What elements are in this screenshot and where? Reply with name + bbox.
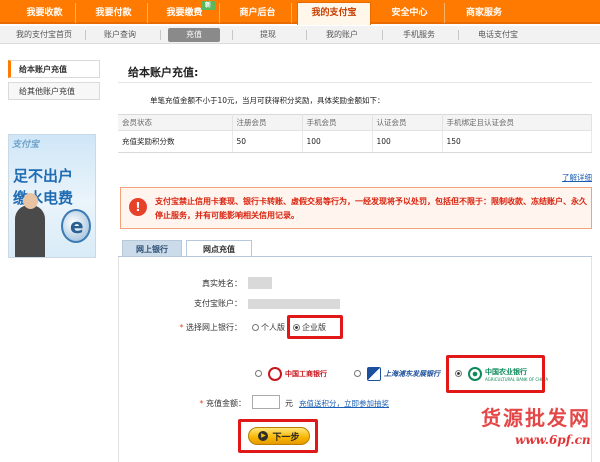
divider (382, 30, 383, 40)
table-header: 认证会员 (372, 114, 443, 131)
radio-circle-icon[interactable] (354, 370, 361, 377)
divider (306, 30, 307, 40)
amount-label-text: 充值金额： (206, 399, 246, 408)
tab-branch-recharge[interactable]: 网点充值 (186, 240, 252, 257)
radio-personal[interactable]: 个人版 (252, 322, 285, 333)
account-label: 支付宝账户： (194, 299, 242, 308)
divider (232, 30, 233, 40)
utility-bill-ad-banner[interactable]: 支付宝 足不出户 缴水电费 e (8, 134, 96, 258)
table-header: 会员状态 (118, 114, 233, 131)
table-cell: 50 (232, 130, 303, 153)
radio-circle-icon[interactable] (255, 370, 262, 377)
radio-bank-icbc[interactable] (255, 369, 264, 378)
enterprise-highlight-box (287, 315, 343, 339)
ad-e-symbol: e (70, 214, 84, 238)
tab-pay-bills[interactable]: 我要缴费 新 (150, 1, 220, 23)
radio-bank-spdb[interactable] (354, 369, 363, 378)
subnav-account-query[interactable]: 账户查询 (92, 26, 148, 44)
sidebar-item-recharge-other[interactable]: 给其他账户充值 (8, 82, 100, 100)
top-navigation: 我要收款 我要付款 我要缴费 新 商户后台 我的支付宝 安全中心 商家服务 (0, 0, 600, 25)
bank-select-label-text: 选择网上银行： (186, 323, 242, 332)
subnav-home[interactable]: 我的支付宝首页 (10, 26, 78, 44)
table-cell: 100 (372, 130, 443, 153)
sub-navigation: 我的支付宝首页 账户查询 充值 提现 我的账户 手机服务 电话支付宝 (0, 26, 600, 44)
tab-pay-money[interactable]: 我要付款 (80, 3, 148, 23)
table-row: 充值奖励积分数 50 100 100 150 (118, 130, 592, 153)
tab-online-banking[interactable]: 网上银行 (122, 240, 182, 257)
amount-input[interactable] (252, 395, 280, 409)
divider (458, 30, 459, 40)
tab-pay-bills-label: 我要缴费 (166, 8, 203, 18)
subnav-withdraw[interactable]: 提现 (240, 26, 296, 44)
tab-receive-money[interactable]: 我要收款 (14, 3, 76, 23)
real-name-value-masked (248, 277, 272, 289)
abc-highlight-box (446, 355, 545, 393)
bank-option-icbc[interactable]: 中国工商银行 (268, 364, 327, 384)
tab-merchant-backend[interactable]: 商户后台 (224, 3, 292, 23)
icbc-name: 中国工商银行 (285, 370, 327, 378)
warning-icon: ! (129, 198, 147, 216)
radio-personal-label: 个人版 (261, 323, 285, 332)
page-title: 给本账户充值: (128, 66, 199, 79)
new-badge: 新 (201, 1, 215, 10)
ad-headline-2: 缴水电费 (13, 189, 74, 207)
ad-person-illustration (15, 193, 45, 257)
spdb-logo-icon (367, 367, 381, 381)
table-cell: 充值奖励积分数 (118, 130, 233, 153)
radio-circle-icon[interactable] (252, 324, 259, 331)
real-name-label: 真实姓名： (202, 279, 242, 288)
icbc-logo-icon (268, 367, 282, 381)
table-header: 注册会员 (232, 114, 303, 131)
bank-option-spdb[interactable]: 上海浦东发展银行 (367, 364, 440, 384)
required-mark: * (199, 399, 204, 408)
tab-my-alipay[interactable]: 我的支付宝 (297, 2, 371, 25)
table-cell: 100 (302, 130, 373, 153)
sidebar-item-recharge-own[interactable]: 给本账户充值 (8, 60, 100, 78)
next-highlight-box (238, 419, 318, 453)
spdb-name: 上海浦东发展银行 (384, 370, 440, 378)
lightbulb-icon: e (61, 209, 91, 243)
subnav-mobile-service[interactable]: 手机服务 (390, 26, 448, 44)
amount-label: * 充值金额： (184, 398, 246, 409)
points-lottery-link[interactable]: 充值送积分，立即参加抽奖 (299, 398, 389, 409)
learn-more-link[interactable]: 了解详细 (562, 172, 592, 183)
tab-merchant-services[interactable]: 商家服务 (449, 3, 519, 23)
tab-security-center[interactable]: 安全中心 (375, 3, 445, 23)
amount-unit: 元 (285, 399, 293, 408)
table-header: 手机绑定且认证会员 (442, 114, 592, 131)
warning-text: 支付宝禁止信用卡套现、银行卡转账、虚假交易等行为，一经发现将予以处罚，包括但不限… (155, 197, 587, 220)
bank-select-label: * 选择网上银行： (166, 322, 242, 333)
account-value-masked (248, 299, 340, 309)
ad-headline-1: 足不出户 (13, 167, 74, 185)
reward-table: 会员状态 注册会员 手机会员 认证会员 手机绑定且认证会员 充值奖励积分数 50… (118, 114, 592, 153)
table-header-row: 会员状态 注册会员 手机会员 认证会员 手机绑定且认证会员 (118, 114, 592, 131)
subnav-my-account[interactable]: 我的账户 (312, 26, 372, 44)
divider (160, 30, 161, 40)
divider (85, 30, 86, 40)
required-mark: * (179, 323, 184, 332)
watermark-cn: 货源批发网 (481, 406, 591, 430)
warning-box: ! 支付宝禁止信用卡套现、银行卡转账、虚假交易等行为，一经发现将予以处罚，包括但… (120, 187, 592, 229)
table-cell: 150 (442, 130, 592, 153)
subnav-phone-alipay[interactable]: 电话支付宝 (466, 26, 530, 44)
reward-description: 单笔充值金额不小于10元，当月可获得积分奖励，具体奖励金额如下： (150, 96, 385, 105)
subnav-recharge[interactable]: 充值 (168, 28, 220, 42)
table-header: 手机会员 (302, 114, 373, 131)
ad-brand: 支付宝 (12, 140, 40, 150)
divider (118, 82, 592, 83)
watermark-url: www.6pf.cn (515, 433, 591, 447)
